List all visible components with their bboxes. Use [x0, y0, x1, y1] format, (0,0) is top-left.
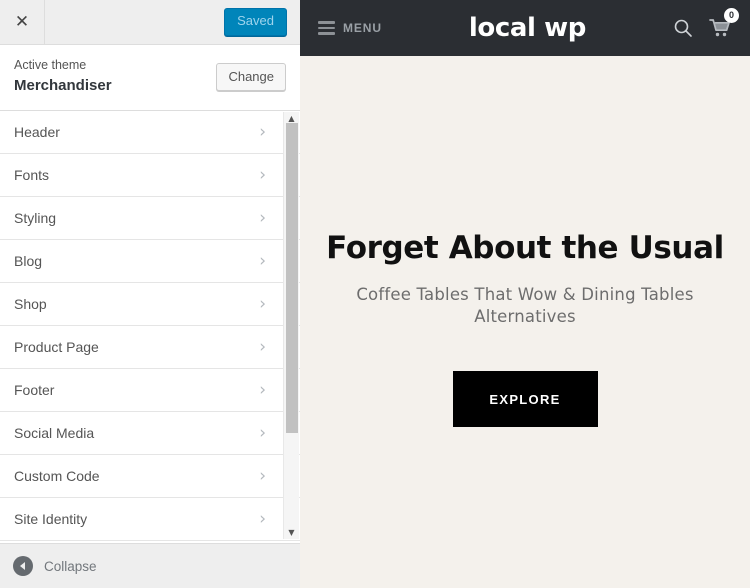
- collapse-label: Collapse: [44, 558, 97, 574]
- site-logo[interactable]: local wp: [469, 13, 587, 43]
- panel-item-label: Footer: [14, 382, 55, 398]
- panel-item-label: Custom Code: [14, 468, 100, 484]
- scroll-down-arrow-icon[interactable]: ▼: [284, 526, 299, 539]
- close-icon: ✕: [14, 11, 30, 32]
- panel-item-product-page[interactable]: Product Page ›: [0, 326, 300, 369]
- panel-item-label: Header: [14, 124, 60, 140]
- chevron-right-icon: ›: [259, 465, 266, 486]
- panel-item-label: Product Page: [14, 339, 99, 355]
- chevron-right-icon: ›: [259, 293, 266, 314]
- active-theme-label: Active theme: [14, 58, 87, 72]
- customizer-sidebar: ✕ Saved Active theme Merchandiser Change…: [0, 0, 300, 588]
- panel-item-label: Blog: [14, 253, 43, 269]
- panel-item-label: Site Identity: [14, 511, 88, 527]
- active-theme-name: Merchandiser: [14, 76, 112, 94]
- panel-item-label: Shop: [14, 296, 47, 312]
- panel-item-fonts[interactable]: Fonts ›: [0, 154, 300, 197]
- chevron-right-icon: ›: [259, 164, 266, 185]
- active-theme-texts: Active theme Merchandiser: [14, 57, 216, 96]
- chevron-right-icon: ›: [259, 336, 266, 357]
- header-icons: 0: [673, 8, 739, 38]
- chevron-right-icon: ›: [259, 207, 266, 228]
- customizer-panel-list: Header › Fonts › Styling › Blog › Shop ›…: [0, 111, 300, 546]
- hamburger-icon: [318, 21, 335, 35]
- change-theme-button[interactable]: Change: [216, 63, 286, 91]
- chevron-right-icon: ›: [259, 508, 266, 529]
- scrollbar-thumb[interactable]: [286, 123, 298, 433]
- cart-icon[interactable]: 0: [709, 8, 739, 38]
- menu-label: MENU: [343, 21, 382, 35]
- panel-item-styling[interactable]: Styling ›: [0, 197, 300, 240]
- collapse-triangle: [19, 562, 25, 570]
- active-theme-panel: Active theme Merchandiser Change: [0, 45, 300, 111]
- panel-item-label: Fonts: [14, 167, 50, 183]
- panel-item-custom-code[interactable]: Custom Code ›: [0, 455, 300, 498]
- collapse-sidebar-button[interactable]: Collapse: [0, 543, 300, 588]
- hero-title: Forget About the Usual: [326, 230, 724, 266]
- hero-subtitle: Coffee Tables That Wow & Dining Tables A…: [356, 284, 694, 326]
- chevron-right-icon: ›: [259, 422, 266, 443]
- save-button[interactable]: Saved: [224, 8, 287, 36]
- cart-count-badge: 0: [724, 8, 739, 23]
- panel-item-label: Social Media: [14, 425, 95, 441]
- panel-item-header[interactable]: Header ›: [0, 111, 300, 154]
- search-icon[interactable]: [673, 18, 693, 38]
- customizer-screen: ✕ Saved Active theme Merchandiser Change…: [0, 0, 750, 588]
- panel-item-social-media[interactable]: Social Media ›: [0, 412, 300, 455]
- site-header: MENU local wp 0: [300, 0, 750, 56]
- customizer-header: ✕ Saved: [0, 0, 300, 45]
- menu-toggle-button[interactable]: MENU: [318, 21, 382, 35]
- panel-item-site-identity[interactable]: Site Identity ›: [0, 498, 300, 541]
- sidebar-scrollbar[interactable]: ▲ ▼: [283, 112, 299, 539]
- panel-item-shop[interactable]: Shop ›: [0, 283, 300, 326]
- hero-section: Forget About the Usual Coffee Tables Tha…: [300, 56, 750, 588]
- chevron-right-icon: ›: [259, 250, 266, 271]
- chevron-right-icon: ›: [259, 379, 266, 400]
- site-preview: MENU local wp 0 Forget About the Usual C…: [300, 0, 750, 588]
- panel-item-blog[interactable]: Blog ›: [0, 240, 300, 283]
- chevron-right-icon: ›: [259, 121, 266, 142]
- explore-button[interactable]: EXPLORE: [452, 371, 598, 428]
- site-brand-wrap: local wp: [382, 13, 673, 43]
- collapse-left-arrow-icon: [13, 556, 33, 576]
- panel-item-label: Styling: [14, 210, 57, 226]
- panel-item-footer[interactable]: Footer ›: [0, 369, 300, 412]
- close-customizer-button[interactable]: ✕: [0, 0, 45, 44]
